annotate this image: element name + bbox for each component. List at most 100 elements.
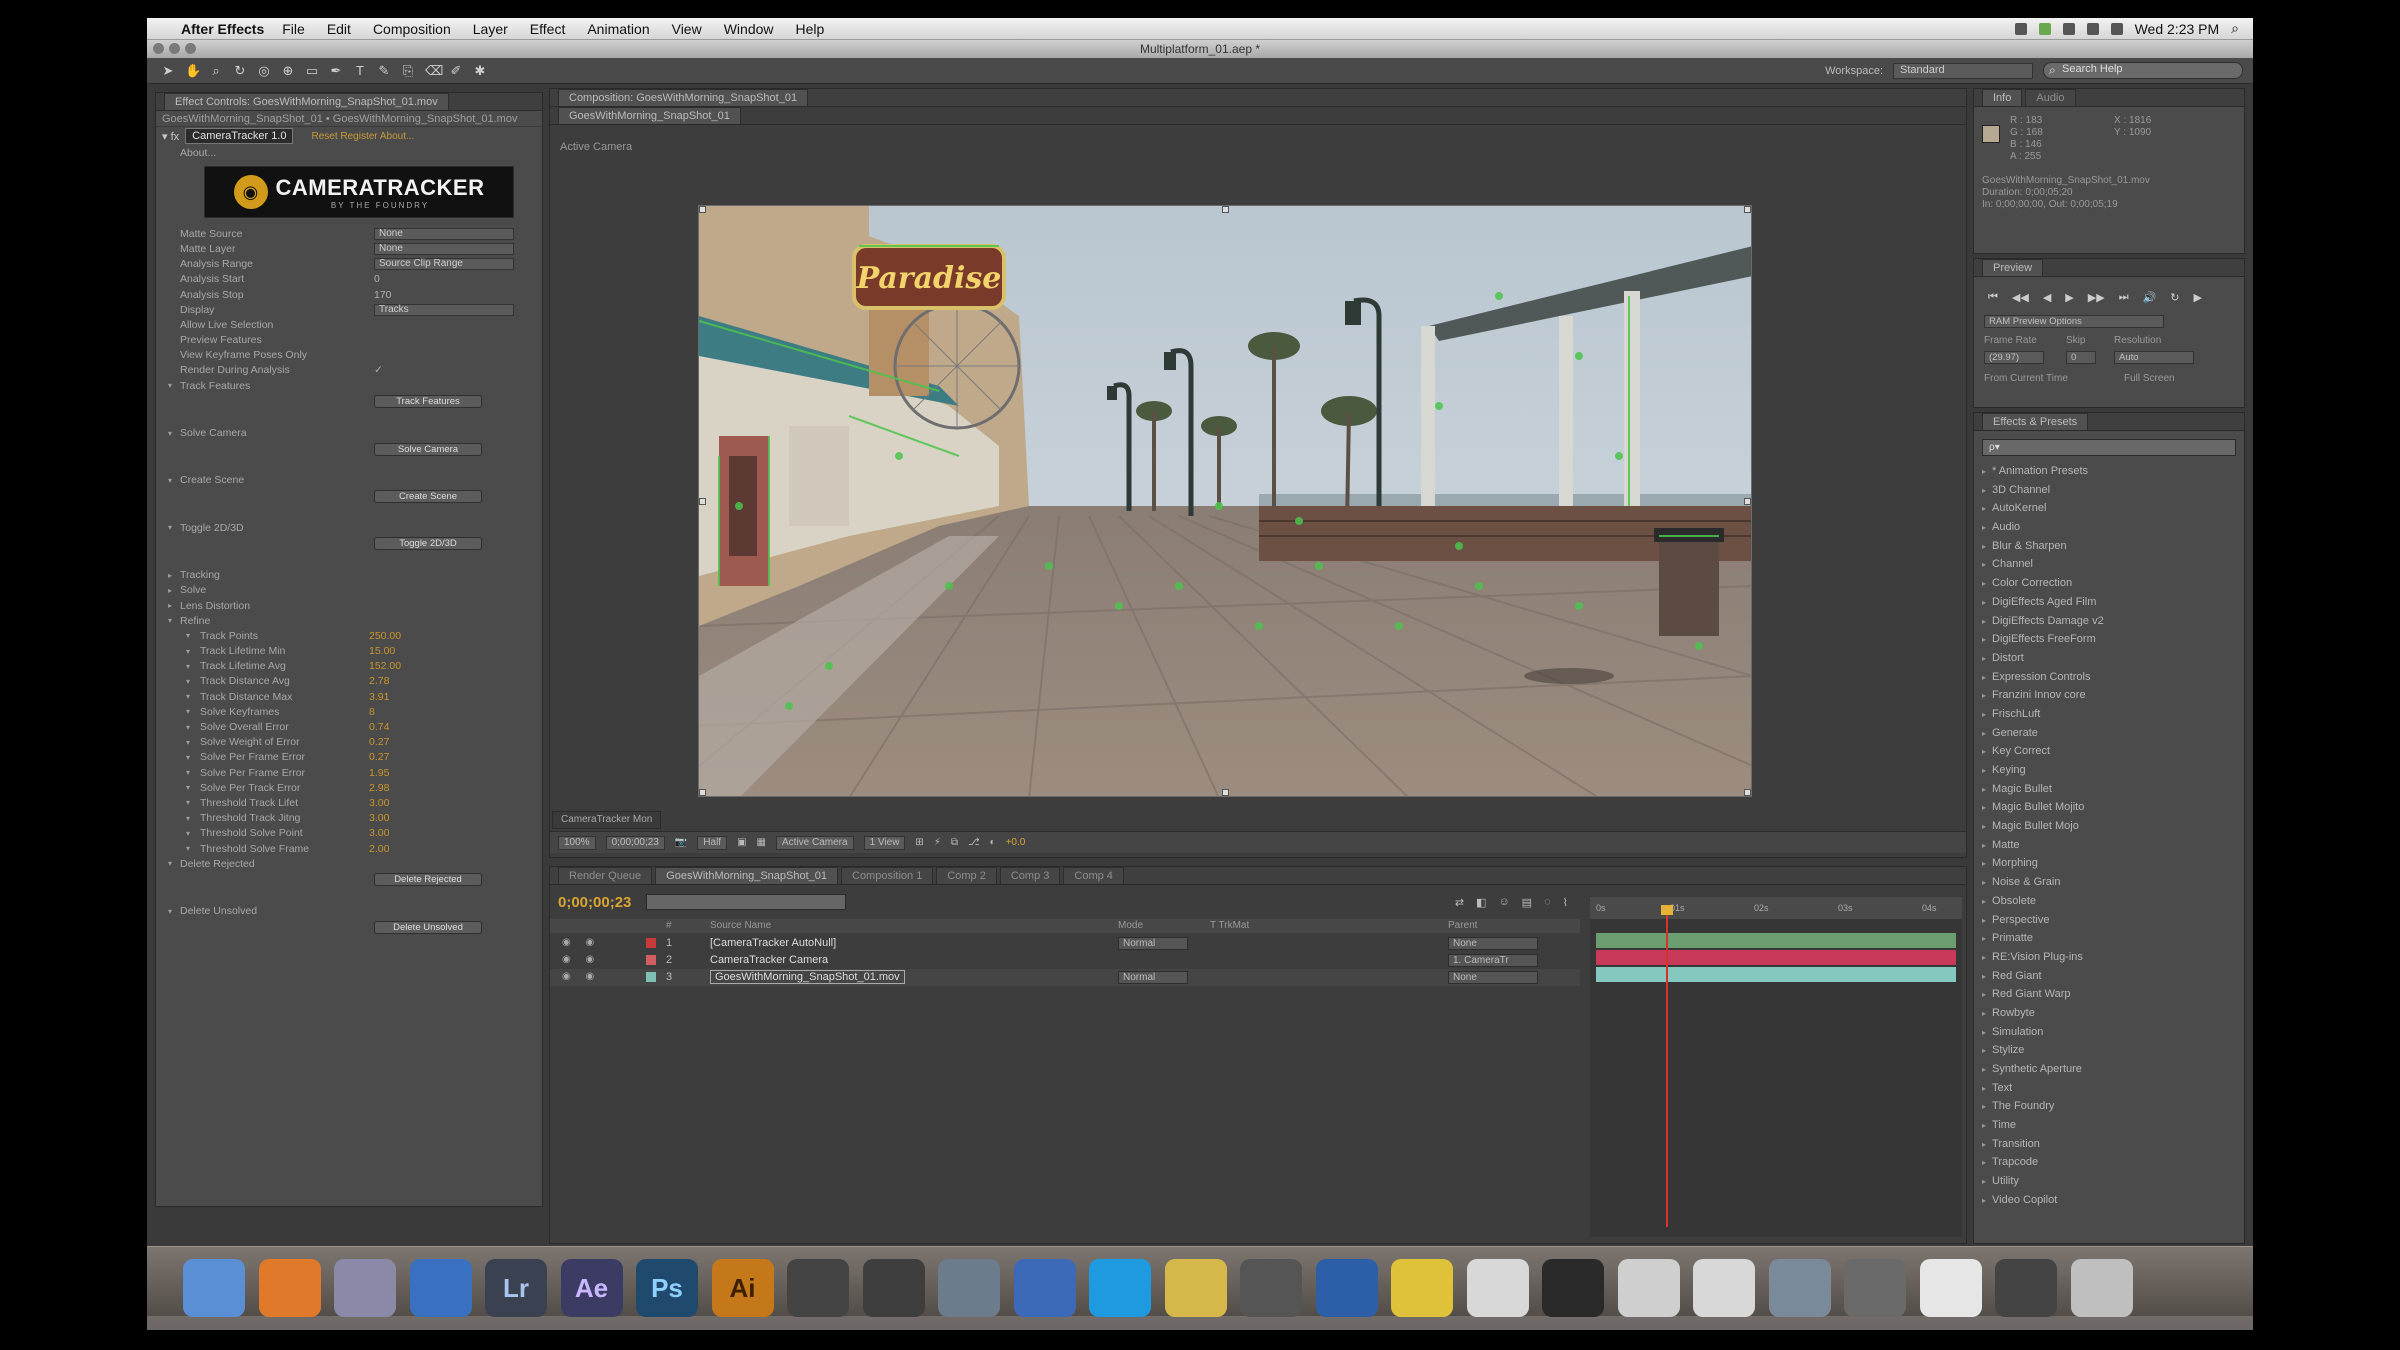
menu-view[interactable]: View: [672, 21, 702, 37]
effects-category-item[interactable]: ▸ * Animation Presets: [1974, 462, 2244, 481]
effect-property-value[interactable]: 3.00: [369, 827, 389, 839]
ram-preview-options-select[interactable]: RAM Preview Options: [1984, 315, 2164, 328]
effect-property-value[interactable]: ✓: [374, 364, 383, 376]
disclosure-triangle-icon[interactable]: ▸: [1982, 953, 1986, 962]
disclosure-triangle-icon[interactable]: ▸: [1982, 1065, 1986, 1074]
disclosure-triangle-icon[interactable]: ▸: [1982, 617, 1986, 626]
effect-property-value[interactable]: 0.74: [369, 721, 389, 733]
disclosure-triangle-icon[interactable]: ▸: [1982, 598, 1986, 607]
effects-category-item[interactable]: ▸ Red Giant Warp: [1974, 985, 2244, 1004]
disclosure-triangle-icon[interactable]: ▸: [1982, 785, 1986, 794]
timeline-layer-row[interactable]: ◉ ◉ 2 CameraTracker Camera 1. CameraTr: [550, 952, 1580, 969]
disclosure-triangle-icon[interactable]: ▸: [1982, 972, 1986, 981]
effects-category-item[interactable]: ▸ Magic Bullet Mojo: [1974, 817, 2244, 836]
timeline-search-input[interactable]: [646, 894, 846, 910]
flowchart-icon[interactable]: ⎇: [968, 837, 980, 848]
disclosure-triangle-icon[interactable]: ▸: [1982, 990, 1986, 999]
effects-category-item[interactable]: ▸ RE:Vision Plug-ins: [1974, 948, 2244, 967]
effects-category-item[interactable]: ▸ Perspective: [1974, 911, 2244, 930]
effect-property-value[interactable]: 3.00: [369, 812, 389, 824]
effects-category-item[interactable]: ▸ FrischLuft: [1974, 705, 2244, 724]
search-help-input[interactable]: Search Help: [2043, 62, 2243, 79]
spotlight-icon[interactable]: ⌕: [2231, 20, 2239, 37]
layer-parent-select[interactable]: None: [1448, 971, 1538, 984]
effects-category-item[interactable]: ▸ Primatte: [1974, 929, 2244, 948]
dock-preview-app-icon[interactable]: [938, 1259, 1000, 1317]
fast-previews-icon[interactable]: ⚡: [934, 837, 941, 848]
disclosure-triangle-icon[interactable]: ▾: [168, 616, 172, 625]
resolution-select[interactable]: Half: [697, 835, 728, 850]
menu-animation[interactable]: Animation: [587, 21, 649, 37]
dock-window-7-icon[interactable]: [1995, 1259, 2057, 1317]
disclosure-triangle-icon[interactable]: ▸: [1982, 710, 1986, 719]
effect-action-button[interactable]: Delete Unsolved: [374, 920, 482, 934]
puppet-tool-icon[interactable]: ✱: [473, 63, 487, 78]
effect-property-value[interactable]: 3.00: [369, 797, 389, 809]
viewer-handle-bc[interactable]: [1222, 789, 1229, 796]
layer-mode-select[interactable]: Normal: [1118, 971, 1188, 984]
pan-behind-tool-icon[interactable]: ⊕: [281, 63, 295, 78]
disclosure-triangle-icon[interactable]: ▾: [186, 814, 190, 823]
disclosure-triangle-icon[interactable]: ▸: [1982, 486, 1986, 495]
exposure-icon[interactable]: ◐: [990, 837, 996, 848]
effects-category-item[interactable]: ▸ Key Correct: [1974, 742, 2244, 761]
menu-layer[interactable]: Layer: [473, 21, 508, 37]
effects-category-item[interactable]: ▸ Synthetic Aperture: [1974, 1060, 2244, 1079]
pen-tool-icon[interactable]: ✒: [329, 63, 343, 78]
dock-after-effects-icon[interactable]: Ae: [560, 1259, 623, 1317]
effects-category-item[interactable]: ▸ Franzini Innov core: [1974, 686, 2244, 705]
composition-viewer[interactable]: Paradise: [698, 205, 1752, 797]
disclosure-triangle-icon[interactable]: ▸: [1982, 579, 1986, 588]
dock-skype-icon[interactable]: [1089, 1259, 1151, 1317]
dock-motion-icon[interactable]: [862, 1259, 925, 1317]
disclosure-triangle-icon[interactable]: ▾: [186, 768, 190, 777]
next-frame-icon[interactable]: ▶▶: [2088, 291, 2105, 304]
disclosure-triangle-icon[interactable]: ▸: [1982, 1084, 1986, 1093]
disclosure-triangle-icon[interactable]: ▸: [1982, 635, 1986, 644]
effects-category-item[interactable]: ▸ Blur & Sharpen: [1974, 537, 2244, 556]
menubar-clock[interactable]: Wed 2:23 PM: [2135, 21, 2220, 37]
disclosure-triangle-icon[interactable]: ▾: [186, 753, 190, 762]
disclosure-triangle-icon[interactable]: ▸: [1982, 1158, 1986, 1167]
dock-window-4-icon[interactable]: [1768, 1259, 1831, 1317]
dock-quicktime-icon[interactable]: [1315, 1259, 1378, 1317]
layer-mode-select[interactable]: Normal: [1118, 937, 1188, 950]
effect-property-value[interactable]: 170: [374, 289, 392, 301]
disclosure-triangle-icon[interactable]: ▸: [1982, 504, 1986, 513]
effects-category-item[interactable]: ▸ DigiEffects Damage v2: [1974, 612, 2244, 631]
effect-property-value[interactable]: 15.00: [369, 645, 395, 657]
disclosure-triangle-icon[interactable]: ▸: [1982, 467, 1986, 476]
dock-window-5-icon[interactable]: [1844, 1259, 1906, 1317]
disclosure-triangle-icon[interactable]: ▸: [1982, 897, 1986, 906]
effects-category-item[interactable]: ▸ Rowbyte: [1974, 1004, 2244, 1023]
effects-category-item[interactable]: ▸ Distort: [1974, 649, 2244, 668]
dock-window-1-icon[interactable]: [1542, 1259, 1604, 1317]
layer-name[interactable]: [CameraTracker AutoNull]: [710, 937, 836, 949]
disclosure-triangle-icon[interactable]: ▸: [1982, 1121, 1986, 1130]
effect-property-value[interactable]: 2.98: [369, 782, 389, 794]
layer-color-label[interactable]: [646, 972, 656, 982]
previous-frame-icon[interactable]: ◀◀: [2012, 291, 2029, 304]
ram-preview-icon[interactable]: ▶: [2194, 291, 2202, 304]
viewer-handle-tc[interactable]: [1222, 206, 1229, 213]
disclosure-triangle-icon[interactable]: ▸: [1982, 654, 1986, 663]
clone-tool-icon[interactable]: ⎘: [401, 63, 415, 78]
disclosure-triangle-icon[interactable]: ▾: [168, 429, 172, 438]
layer-name[interactable]: CameraTracker Camera: [710, 954, 828, 966]
effect-property-value[interactable]: 3.91: [369, 691, 389, 703]
effects-category-item[interactable]: ▸ Noise & Grain: [1974, 873, 2244, 892]
dock-iphoto-icon[interactable]: [334, 1259, 396, 1317]
step-back-icon[interactable]: ◀: [2043, 291, 2051, 304]
disclosure-triangle-icon[interactable]: ▸: [1982, 691, 1986, 700]
disclosure-triangle-icon[interactable]: ▸: [1982, 747, 1986, 756]
disclosure-triangle-icon[interactable]: ▸: [168, 571, 172, 580]
effect-property-select[interactable]: None: [374, 242, 514, 255]
disclosure-triangle-icon[interactable]: ▸: [1982, 1046, 1986, 1055]
timeline-current-time[interactable]: 0;00;00;23: [558, 894, 638, 911]
effects-category-item[interactable]: ▸ Morphing: [1974, 854, 2244, 873]
magnification-select[interactable]: 100%: [558, 835, 596, 850]
effects-category-item[interactable]: ▸ Matte: [1974, 836, 2244, 855]
dock-illustrator-icon[interactable]: Ai: [711, 1259, 774, 1317]
disclosure-triangle-icon[interactable]: ▸: [168, 601, 172, 610]
effects-category-item[interactable]: ▸ Magic Bullet Mojito: [1974, 798, 2244, 817]
